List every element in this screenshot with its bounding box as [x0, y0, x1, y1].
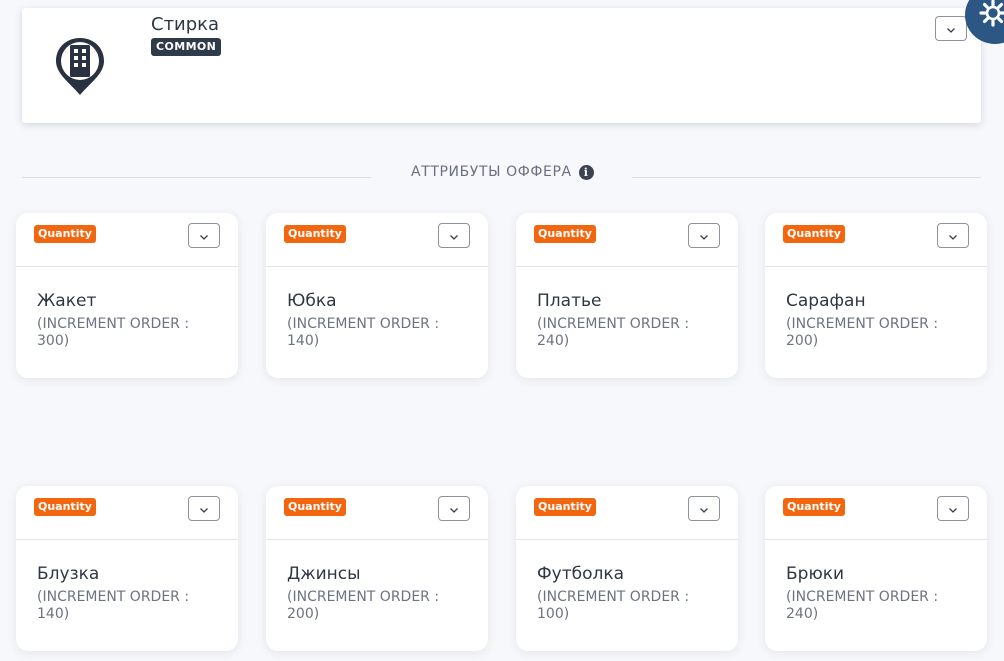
info-icon[interactable]: i	[578, 164, 594, 180]
chevron-down-icon	[199, 226, 209, 245]
chevron-down-icon	[449, 499, 459, 518]
attribute-card[interactable]: Quantity Футболка (INCREMENT ORDER :100)	[516, 486, 738, 651]
card-divider	[266, 266, 488, 267]
quantity-badge: Quantity	[783, 498, 845, 516]
chevron-down-icon	[199, 499, 209, 518]
quantity-badge: Quantity	[534, 498, 596, 516]
card-dropdown-button[interactable]	[688, 496, 720, 521]
attribute-name: Футболка	[537, 564, 625, 584]
section-title-text: АТТРИБУТЫ ОФФЕРА	[411, 164, 572, 180]
attribute-name: Брюки	[786, 564, 845, 584]
increment-order: (INCREMENT ORDER :300)	[37, 316, 190, 349]
service-header-card: Стирка COMMON	[22, 8, 981, 123]
section-divider-right	[632, 177, 981, 178]
attribute-card[interactable]: Quantity Сарафан (INCREMENT ORDER :200)	[765, 213, 987, 378]
chevron-down-icon	[699, 226, 709, 245]
card-divider	[765, 266, 987, 267]
quantity-badge: Quantity	[284, 225, 346, 243]
attribute-card[interactable]: Quantity Брюки (INCREMENT ORDER :240)	[765, 486, 987, 651]
common-badge: COMMON	[151, 38, 222, 56]
attribute-name: Джинсы	[287, 564, 361, 584]
chevron-down-icon	[948, 499, 958, 518]
attribute-name: Юбка	[287, 291, 337, 311]
increment-order: (INCREMENT ORDER :100)	[537, 589, 690, 622]
card-divider	[266, 539, 488, 540]
quantity-badge: Quantity	[34, 225, 96, 243]
increment-order: (INCREMENT ORDER :240)	[786, 589, 939, 622]
card-divider	[516, 266, 738, 267]
attribute-name: Блузка	[37, 564, 100, 584]
chevron-down-icon	[948, 226, 958, 245]
card-dropdown-button[interactable]	[438, 223, 470, 248]
chevron-down-icon	[449, 226, 459, 245]
card-divider	[765, 539, 987, 540]
section-divider-left	[22, 177, 371, 178]
attribute-name: Сарафан	[786, 291, 866, 311]
chevron-down-icon	[946, 19, 956, 38]
card-divider	[16, 539, 238, 540]
attribute-card[interactable]: Quantity Блузка (INCREMENT ORDER :140)	[16, 486, 238, 651]
card-dropdown-button[interactable]	[688, 223, 720, 248]
header-dropdown-button[interactable]	[935, 16, 967, 41]
card-dropdown-button[interactable]	[438, 496, 470, 521]
increment-order: (INCREMENT ORDER :240)	[537, 316, 690, 349]
attribute-card[interactable]: Quantity Джинсы (INCREMENT ORDER :200)	[266, 486, 488, 651]
card-dropdown-button[interactable]	[188, 223, 220, 248]
building-pin-icon	[53, 35, 107, 97]
increment-order: (INCREMENT ORDER :140)	[37, 589, 190, 622]
increment-order: (INCREMENT ORDER :140)	[287, 316, 440, 349]
quantity-badge: Quantity	[534, 225, 596, 243]
quantity-badge: Quantity	[34, 498, 96, 516]
increment-order: (INCREMENT ORDER :200)	[786, 316, 939, 349]
section-title: АТТРИБУТЫ ОФФЕРА i	[411, 164, 594, 180]
card-dropdown-button[interactable]	[937, 496, 969, 521]
quantity-badge: Quantity	[783, 225, 845, 243]
service-title: Стирка	[151, 14, 220, 35]
increment-order: (INCREMENT ORDER :200)	[287, 589, 440, 622]
attribute-card[interactable]: Quantity Юбка (INCREMENT ORDER :140)	[266, 213, 488, 378]
card-divider	[516, 539, 738, 540]
quantity-badge: Quantity	[284, 498, 346, 516]
gear-icon	[979, 0, 1004, 31]
card-dropdown-button[interactable]	[188, 496, 220, 521]
card-dropdown-button[interactable]	[937, 223, 969, 248]
card-divider	[16, 266, 238, 267]
attribute-name: Жакет	[37, 291, 97, 311]
chevron-down-icon	[699, 499, 709, 518]
attribute-card[interactable]: Quantity Платье (INCREMENT ORDER :240)	[516, 213, 738, 378]
attribute-name: Платье	[537, 291, 602, 311]
attribute-card[interactable]: Quantity Жакет (INCREMENT ORDER :300)	[16, 213, 238, 378]
